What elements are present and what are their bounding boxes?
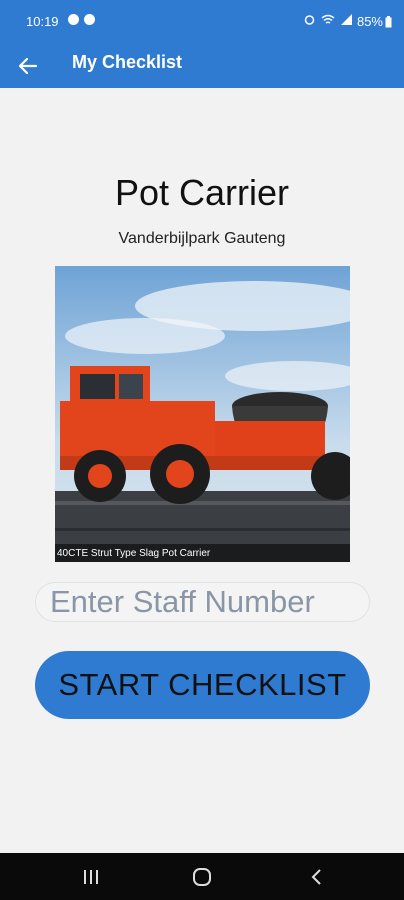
photo-caption: 40CTE Strut Type Slag Pot Carrier <box>57 548 211 559</box>
home-button[interactable] <box>182 861 222 893</box>
status-bar: 10:19 85% <box>0 0 404 44</box>
wifi-icon <box>321 14 335 24</box>
battery-icon <box>385 15 392 27</box>
recent-apps-icon <box>84 870 98 884</box>
location-subtitle: Vanderbijlpark Gauteng <box>118 230 286 247</box>
arrow-left-icon <box>18 57 38 75</box>
start-checklist-button[interactable]: START CHECKLIST <box>35 651 370 719</box>
facebook-icon <box>68 14 79 25</box>
status-right-icons <box>304 14 352 25</box>
app-bar: My Checklist <box>0 44 404 88</box>
vehicle-illustration <box>55 266 350 562</box>
notification-icon <box>84 14 95 25</box>
recent-apps-button[interactable] <box>71 861 111 893</box>
back-button[interactable] <box>10 48 46 84</box>
staff-number-input[interactable] <box>35 582 370 622</box>
status-left-icons <box>68 14 95 25</box>
back-icon <box>311 869 321 885</box>
page-title: Pot Carrier <box>114 172 290 213</box>
nav-back-button[interactable] <box>296 861 336 893</box>
battery-indicator: 85% <box>357 14 392 29</box>
signal-icon <box>341 14 352 25</box>
home-icon <box>193 868 211 886</box>
battery-text: 85% <box>356 14 383 29</box>
system-nav-bar <box>0 853 404 900</box>
app-title: My Checklist <box>72 52 183 72</box>
alarm-icon <box>304 15 315 25</box>
vehicle-photo: 40CTE Strut Type Slag Pot Carrier <box>55 266 350 562</box>
status-time: 10:19 <box>26 14 59 29</box>
